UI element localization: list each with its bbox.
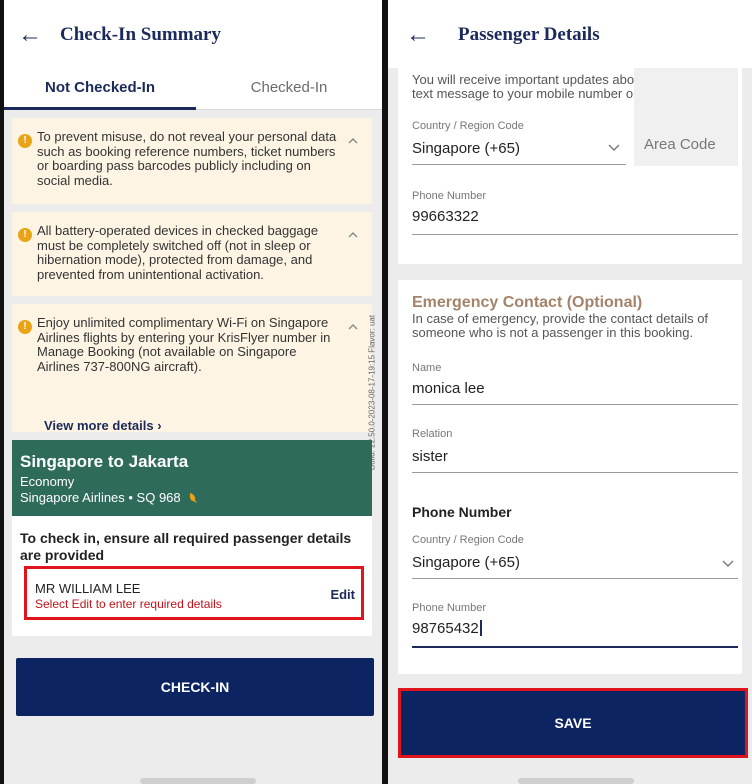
save-button[interactable]: SAVE <box>398 688 748 758</box>
page-title: Passenger Details <box>458 24 600 45</box>
check-in-summary-screen: ← Check-In Summary Not Checked-In Checke… <box>4 0 382 784</box>
emergency-phone-label: Phone Number <box>412 602 486 614</box>
flight-cabin: Economy <box>20 474 75 489</box>
header: ← Passenger Details <box>388 0 752 68</box>
flight-number: Singapore Airlines • SQ 968 <box>20 490 181 505</box>
tab-checked-in[interactable]: Checked-In <box>196 68 382 110</box>
flight-number-row: Singapore Airlines • SQ 968 <box>20 490 198 505</box>
warning-icon: ! <box>18 320 32 334</box>
relation-underline <box>412 472 738 473</box>
back-arrow-icon[interactable]: ← <box>18 23 42 48</box>
tab-not-checked-in[interactable]: Not Checked-In <box>4 68 196 110</box>
emergency-phone-field[interactable]: 98765432 <box>412 620 482 637</box>
name-label: Name <box>412 362 442 374</box>
view-more-details-link[interactable]: View more details › <box>44 418 162 433</box>
chevron-up-icon[interactable] <box>348 230 358 240</box>
emergency-phone-underline <box>412 646 738 648</box>
chevron-down-icon[interactable] <box>608 144 620 152</box>
relation-label: Relation <box>412 428 453 440</box>
notice-text: All battery-operated devices in checked … <box>37 223 319 282</box>
emergency-country-code-select[interactable]: Singapore (+65) <box>412 554 520 571</box>
chevron-down-icon[interactable] <box>722 560 734 568</box>
home-indicator <box>518 778 634 784</box>
emergency-contact-description: In case of emergency, provide the contac… <box>412 311 709 340</box>
bird-logo-icon <box>188 492 198 504</box>
emergency-country-code-underline <box>412 578 738 579</box>
area-code-field[interactable]: Area Code <box>634 68 738 166</box>
passenger-hint: Select Edit to enter required details <box>35 597 222 611</box>
emergency-phone-heading: Phone Number <box>412 504 512 520</box>
phone-number-field[interactable]: 99663322 <box>412 208 479 225</box>
flight-route: Singapore to Jakarta <box>20 452 189 471</box>
flight-card: Singapore to Jakarta Economy Singapore A… <box>12 440 372 636</box>
area-code-placeholder: Area Code <box>644 136 716 153</box>
emergency-contact-title: Emergency Contact (Optional) <box>412 294 643 311</box>
name-underline <box>412 404 738 405</box>
chevron-up-icon[interactable] <box>348 136 358 146</box>
country-code-underline <box>412 164 626 165</box>
warning-icon: ! <box>18 134 32 148</box>
notice-text: Enjoy unlimited complimentary Wi-Fi on S… <box>37 315 331 374</box>
emergency-contact-section: Emergency Contact (Optional) In case of … <box>398 280 742 674</box>
notice-personal-data: ! To prevent misuse, do not reveal your … <box>12 118 372 204</box>
notice-wifi: ! Enjoy unlimited complimentary Wi-Fi on… <box>12 304 372 433</box>
country-code-select[interactable]: Singapore (+65) <box>412 140 520 157</box>
flight-card-header: Singapore to Jakarta Economy Singapore A… <box>12 440 372 516</box>
emergency-country-code-label: Country / Region Code <box>412 534 524 546</box>
check-in-button[interactable]: CHECK-IN <box>16 658 374 716</box>
screenshot: ← Check-In Summary Not Checked-In Checke… <box>0 0 752 784</box>
header: ← Check-In Summary <box>4 0 382 68</box>
passenger-name: MR WILLIAM LEE <box>35 581 141 596</box>
phone-number-underline <box>412 234 738 235</box>
save-button-label: SAVE <box>554 715 592 731</box>
page-title: Check-In Summary <box>60 24 221 45</box>
passenger-row[interactable]: MR WILLIAM LEE Select Edit to enter requ… <box>24 566 364 620</box>
edit-passenger-button[interactable]: Edit <box>330 587 355 602</box>
tab-bar: Not Checked-In Checked-In <box>4 68 382 110</box>
relation-field[interactable]: sister <box>412 448 448 465</box>
warning-icon: ! <box>18 228 32 242</box>
emergency-phone-value: 98765432 <box>412 620 479 637</box>
text-cursor <box>479 620 482 636</box>
chevron-up-icon[interactable] <box>348 322 358 332</box>
check-in-requirement-text: To check in, ensure all required passeng… <box>20 530 352 563</box>
country-code-label: Country / Region Code <box>412 120 524 132</box>
back-arrow-icon[interactable]: ← <box>406 23 430 48</box>
notice-battery-devices: ! All battery-operated devices in checke… <box>12 212 372 296</box>
passenger-details-screen: ← Passenger Details You will receive imp… <box>388 0 752 784</box>
contact-section: You will receive important updates about… <box>398 68 742 264</box>
notice-text: To prevent misuse, do not reveal your pe… <box>37 129 337 188</box>
name-field[interactable]: monica lee <box>412 380 485 397</box>
home-indicator <box>140 778 256 784</box>
phone-number-label: Phone Number <box>412 190 486 202</box>
